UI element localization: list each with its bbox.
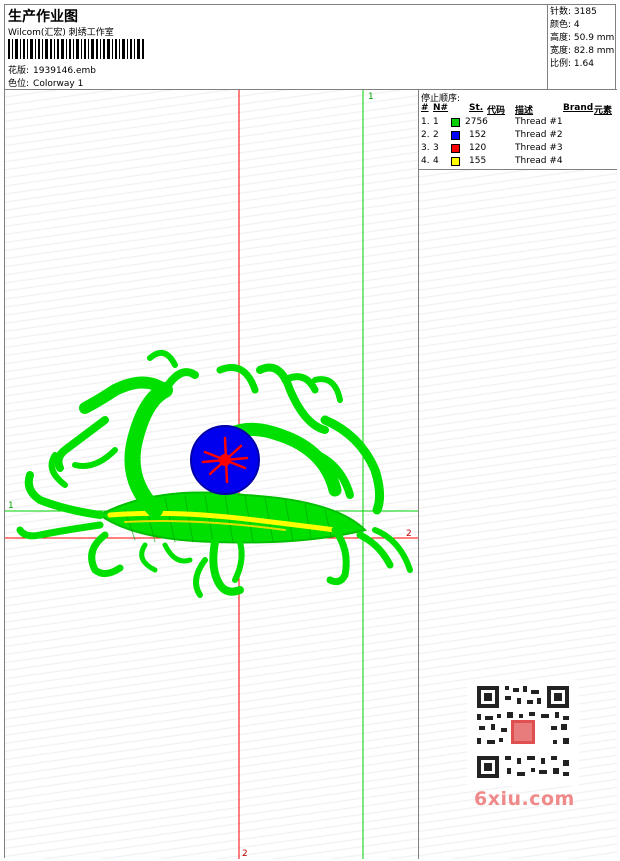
thread-swatch	[451, 157, 460, 166]
design-preview: 1 1 2 2	[5, 90, 419, 859]
guide-label-green-v: 1	[368, 92, 374, 102]
sheet-title: 生产作业图	[8, 9, 78, 25]
col-header-n: N#	[433, 103, 449, 113]
stat-height: 高度: 50.9 mm	[550, 33, 615, 43]
col-header-num: #	[421, 103, 429, 113]
thread-row: 4. 4 155 Thread #4	[419, 156, 617, 169]
thread-row-num: 2.	[421, 130, 430, 140]
col-header-brand: Brand	[563, 103, 594, 113]
thread-row-n: 3	[433, 143, 439, 153]
thread-swatch	[451, 144, 460, 153]
thread-row: 1. 1 2756 Thread #1	[419, 117, 617, 130]
thread-row-num: 3.	[421, 143, 430, 153]
thread-row-desc: Thread #4	[515, 156, 563, 166]
medallion-icon	[190, 425, 260, 495]
col-header-desc: 描述	[515, 106, 534, 116]
stats-panel: 针数: 3185 颜色: 4 高度: 50.9 mm 宽度: 82.8 mm 比…	[547, 5, 617, 90]
thread-row-desc: Thread #1	[515, 117, 563, 127]
qr-code-icon	[467, 680, 579, 786]
thread-row-st: 2756	[465, 117, 488, 127]
thread-row: 2. 2 152 Thread #2	[419, 130, 617, 143]
stat-ratio: 比例: 1.64	[550, 59, 594, 69]
guide-label-red-v: 2	[242, 849, 248, 859]
thread-row-num: 4.	[421, 156, 430, 166]
guide-label-green-h: 1	[8, 501, 14, 511]
thread-row-desc: Thread #3	[515, 143, 563, 153]
embroidery-canvas: 1 1 2 2	[5, 90, 418, 859]
thread-row-st: 120	[469, 143, 487, 153]
thread-table: 停止顺序: # N# St. 代码 描述 Brand 元素 1. 1 2756 …	[419, 90, 617, 170]
col-header-st: St.	[469, 103, 484, 113]
design-file: 1939146.emb	[33, 66, 97, 76]
header-panel: 生产作业图 Wilcom(汇宏) 刺绣工作室 花版: 1939146.emb 色…	[5, 5, 547, 90]
thread-row-num: 1.	[421, 117, 430, 127]
design-label: 花版:	[8, 66, 30, 76]
barcode-icon	[8, 39, 144, 59]
thread-row-n: 4	[433, 156, 439, 166]
stat-colors: 颜色: 4	[550, 20, 580, 30]
watermark-text: 6xiu.com	[474, 788, 575, 810]
thread-swatch	[451, 118, 460, 127]
design-file-line: 花版: 1939146.emb	[8, 63, 96, 76]
sheet-subtitle: Wilcom(汇宏) 刺绣工作室	[8, 28, 114, 38]
thread-row-n: 2	[433, 130, 439, 140]
col-header-elem: 元素	[594, 106, 613, 116]
thread-swatch	[451, 131, 460, 140]
colorway-value: Colorway 1	[33, 79, 84, 89]
thread-row: 3. 3 120 Thread #3	[419, 143, 617, 156]
guide-label-red-h: 2	[406, 529, 412, 539]
thread-row-desc: Thread #2	[515, 130, 563, 140]
colorway-line: 色位: Colorway 1	[8, 76, 83, 89]
stat-stitches: 针数: 3185	[550, 7, 597, 17]
colorway-label: 色位:	[8, 79, 30, 89]
thread-row-n: 1	[433, 117, 439, 127]
thread-row-st: 155	[469, 156, 487, 166]
col-header-code: 代码	[487, 106, 506, 116]
thread-row-st: 152	[469, 130, 487, 140]
stat-width: 宽度: 82.8 mm	[550, 46, 615, 56]
